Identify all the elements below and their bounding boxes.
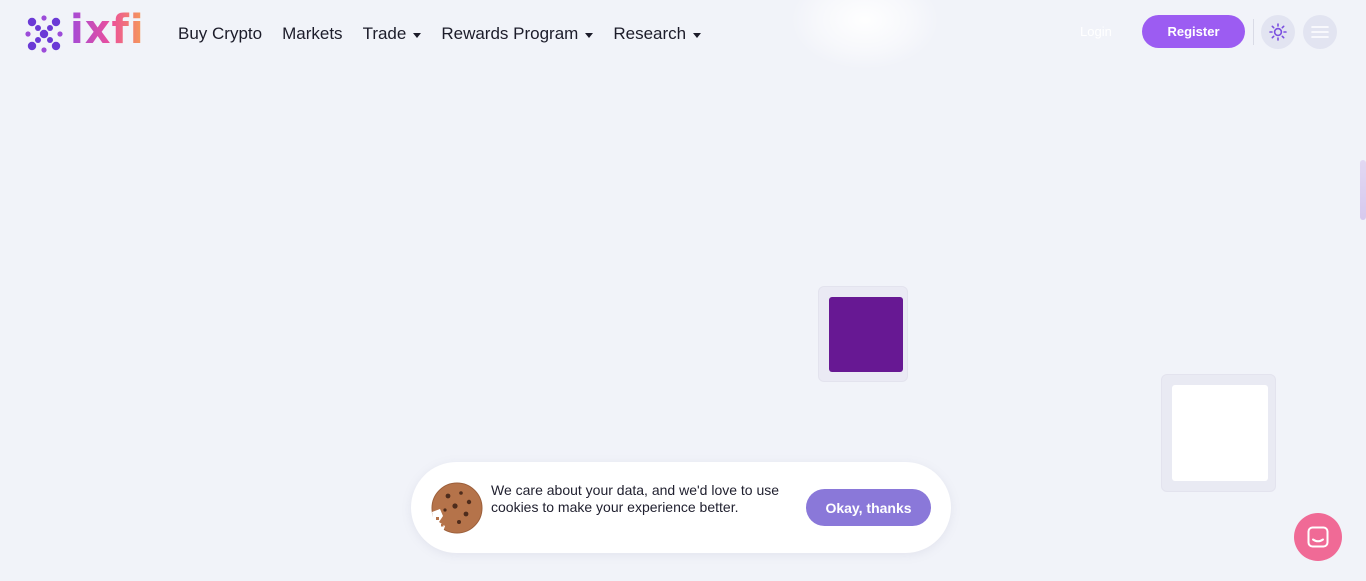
sun-icon bbox=[1269, 23, 1287, 41]
ixfi-logo-mark bbox=[25, 15, 63, 53]
cookie-message: We care about your data, and we'd love t… bbox=[491, 482, 780, 515]
cookie-icon bbox=[431, 482, 483, 538]
nav-item-label: Markets bbox=[282, 24, 343, 43]
main-nav: Buy Crypto Markets Trade Rewards Program… bbox=[178, 22, 721, 46]
nav-item-markets[interactable]: Markets bbox=[282, 22, 342, 46]
white-block bbox=[1172, 385, 1268, 481]
hamburger-menu-icon bbox=[1311, 26, 1329, 38]
nav-item-rewards-program[interactable]: Rewards Program bbox=[441, 22, 594, 46]
nav-item-label: Rewards Program bbox=[441, 24, 579, 43]
header-divider bbox=[1253, 19, 1254, 45]
scrollbar-thumb[interactable] bbox=[1360, 160, 1366, 220]
nav-item-label: Trade bbox=[362, 24, 407, 43]
logo-wordmark: ixfi bbox=[70, 7, 145, 53]
theme-toggle-button[interactable] bbox=[1261, 15, 1295, 49]
register-button[interactable]: Register bbox=[1142, 15, 1245, 48]
site-header: ixfi Buy Crypto Markets Trade Rewards Pr… bbox=[0, 0, 1366, 68]
chat-icon bbox=[1307, 526, 1329, 548]
login-link[interactable]: Login bbox=[1080, 24, 1112, 39]
nav-item-label: Buy Crypto bbox=[178, 24, 263, 43]
ixfi-logo[interactable]: ixfi bbox=[24, 10, 145, 54]
nav-item-research[interactable]: Research bbox=[613, 22, 702, 46]
cookie-banner: We care about your data, and we'd love t… bbox=[411, 462, 951, 553]
purple-block bbox=[829, 297, 903, 372]
nav-item-buy-crypto[interactable]: Buy Crypto bbox=[178, 22, 262, 46]
accept-cookies-button[interactable]: Okay, thanks bbox=[806, 489, 931, 526]
nav-item-trade[interactable]: Trade bbox=[363, 22, 422, 46]
white-placeholder-card bbox=[1161, 374, 1276, 492]
menu-button[interactable] bbox=[1303, 15, 1337, 49]
purple-placeholder-card bbox=[818, 286, 908, 382]
chat-launcher-button[interactable] bbox=[1294, 513, 1342, 561]
caret-down-icon bbox=[693, 32, 702, 38]
caret-down-icon bbox=[585, 32, 594, 38]
nav-item-label: Research bbox=[613, 24, 687, 43]
caret-down-icon bbox=[413, 32, 422, 38]
